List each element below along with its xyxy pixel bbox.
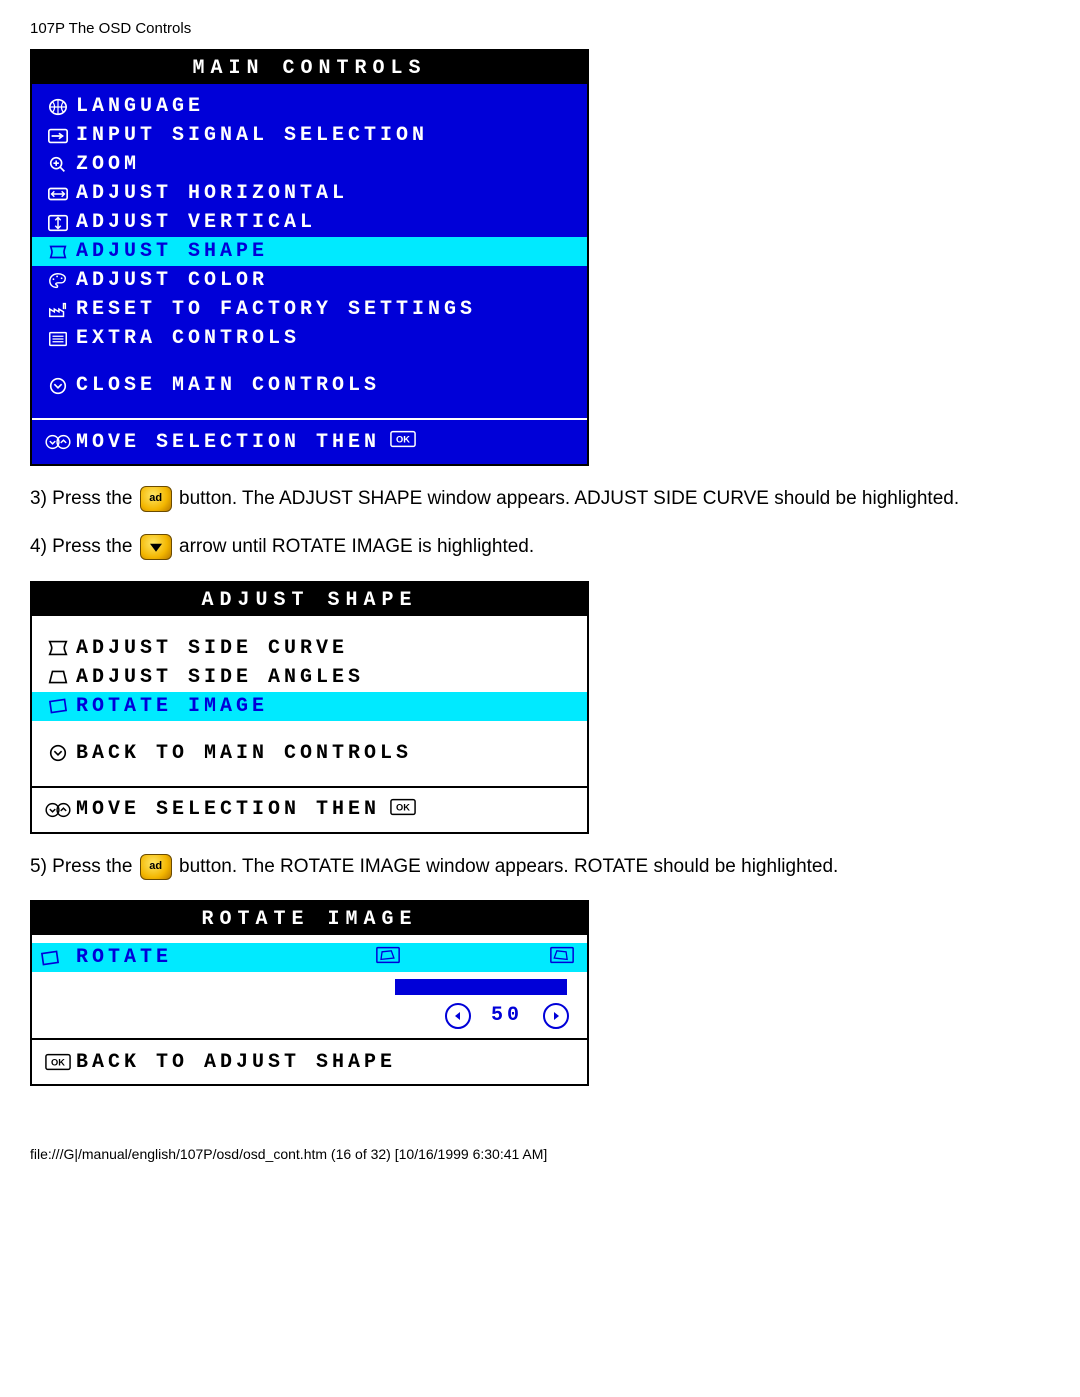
rotate-slider-row — [32, 972, 587, 1001]
menu-item-close[interactable]: CLOSE MAIN CONTROLS — [32, 371, 587, 400]
osd-main-footer: MOVE SELECTION THEN OK — [32, 418, 587, 464]
osd-main-controls: MAIN CONTROLS LANGUAGE INPUT SIGNAL SELE… — [30, 49, 589, 466]
menu-item-input-signal[interactable]: INPUT SIGNAL SELECTION — [32, 121, 587, 150]
menu-item-back-main[interactable]: BACK TO MAIN CONTROLS — [32, 739, 587, 768]
menu-item-adjust-horizontal[interactable]: ADJUST HORIZONTAL — [32, 179, 587, 208]
menu-item-language[interactable]: LANGUAGE — [32, 92, 587, 121]
page-footer: file:///G|/manual/english/107P/osd/osd_c… — [30, 1146, 1050, 1162]
rotate-left-preset-icon — [375, 945, 401, 971]
doc-step-5: 5) Press the ad button. The ROTATE IMAGE… — [30, 852, 1050, 882]
doc-header: 107P The OSD Controls — [30, 20, 1050, 37]
factory-icon — [40, 300, 76, 320]
up-down-icon — [40, 800, 76, 820]
menu-item-side-curve[interactable]: ADJUST SIDE CURVE — [32, 634, 587, 663]
svg-text:OK: OK — [396, 802, 410, 812]
menu-item-reset-factory[interactable]: RESET TO FACTORY SETTINGS — [32, 295, 587, 324]
osd-rotate-title: ROTATE IMAGE — [32, 902, 587, 935]
trapezoid-icon — [40, 667, 76, 687]
doc-step-4: 4) Press the arrow until ROTATE IMAGE is… — [30, 532, 1050, 562]
rotate-icon — [40, 696, 76, 716]
rotate-right-preset-icon — [549, 945, 575, 971]
menu-item-adjust-vertical[interactable]: ADJUST VERTICAL — [32, 208, 587, 237]
rotate-value-row: 50 — [32, 1001, 587, 1030]
osd-main-title: MAIN CONTROLS — [32, 51, 587, 84]
osd-rotate-footer: OK BACK TO ADJUST SHAPE — [32, 1038, 587, 1084]
shape-icon — [40, 242, 76, 262]
svg-text:OK: OK — [396, 435, 410, 445]
palette-icon — [40, 271, 76, 291]
menu-item-zoom[interactable]: ZOOM — [32, 150, 587, 179]
ok-icon: OK — [390, 430, 416, 454]
menu-item-side-angles[interactable]: ADJUST SIDE ANGLES — [32, 663, 587, 692]
up-down-icon — [40, 432, 76, 452]
doc-step-3: 3) Press the ad button. The ADJUST SHAPE… — [30, 484, 1050, 514]
rotate-slider-bar[interactable] — [395, 979, 567, 995]
menu-item-extra-controls[interactable]: EXTRA CONTROLS — [32, 324, 587, 353]
vertical-icon — [40, 213, 76, 233]
ok-button-icon: ad — [140, 854, 172, 880]
down-arrow-button-icon — [140, 534, 172, 560]
input-icon — [40, 126, 76, 146]
menu-item-adjust-color[interactable]: ADJUST COLOR — [32, 266, 587, 295]
zoom-icon — [40, 155, 76, 175]
ok-button-icon: ad — [140, 486, 172, 512]
osd-rotate-image: ROTATE IMAGE ROTATE — [30, 900, 589, 1086]
osd-shape-footer: MOVE SELECTION THEN OK — [32, 786, 587, 832]
rotate-value: 50 — [477, 1004, 537, 1027]
svg-text:OK: OK — [51, 1058, 65, 1068]
menu-item-adjust-shape[interactable]: ADJUST SHAPE — [32, 237, 587, 266]
decrement-button[interactable] — [445, 1003, 471, 1029]
menu-item-rotate-image[interactable]: ROTATE IMAGE — [32, 692, 587, 721]
close-down-icon — [40, 376, 76, 396]
back-down-icon — [40, 743, 76, 763]
globe-icon — [40, 97, 76, 117]
osd-shape-title: ADJUST SHAPE — [32, 583, 587, 616]
ok-icon: OK — [40, 1053, 76, 1071]
ok-icon: OK — [390, 798, 416, 822]
osd-adjust-shape: ADJUST SHAPE ADJUST SIDE CURVE ADJUST SI… — [30, 581, 589, 834]
rotate-param-row[interactable]: ROTATE — [32, 943, 587, 972]
rotate-icon — [32, 948, 68, 968]
list-icon — [40, 329, 76, 349]
pincushion-icon — [40, 638, 76, 658]
increment-button[interactable] — [543, 1003, 569, 1029]
horizontal-icon — [40, 184, 76, 204]
